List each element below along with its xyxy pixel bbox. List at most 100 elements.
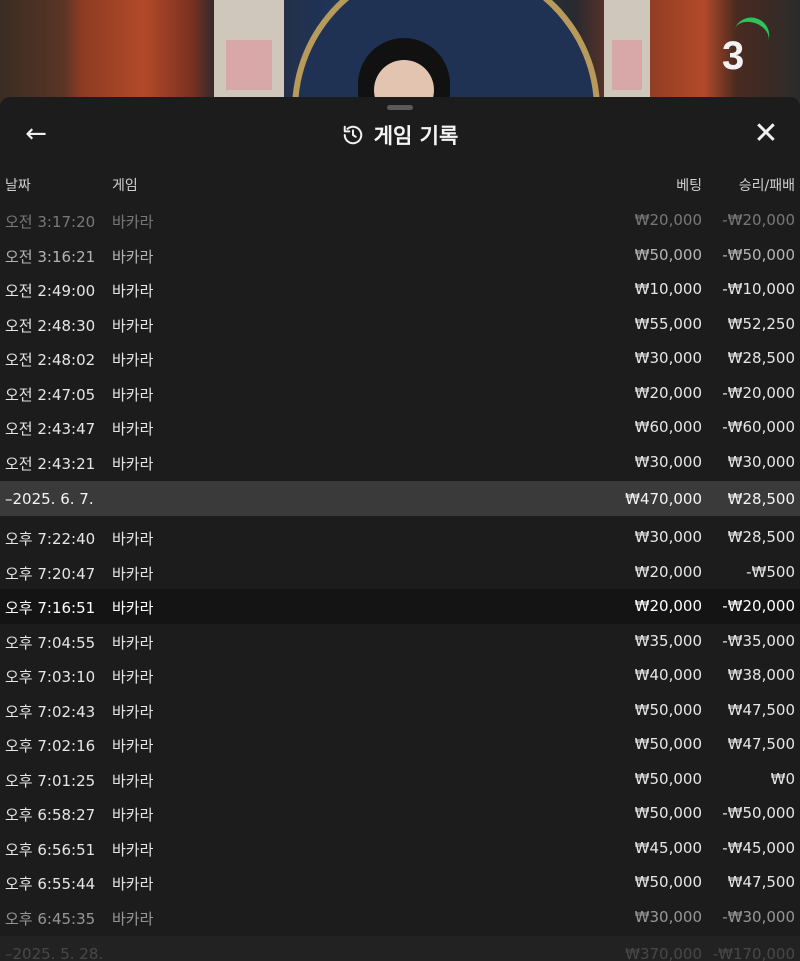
row-result: -₩500 [746, 562, 795, 581]
row-result: -₩30,000 [722, 907, 795, 926]
drag-handle[interactable] [387, 105, 413, 110]
row-game: 바카라 [112, 702, 154, 721]
history-row[interactable]: 오후 6:55:44 바카라 ₩50,000 ₩47,500 [0, 865, 800, 900]
row-bet: ₩55,000 [634, 314, 702, 333]
date-bet-total: ₩370,000 [625, 945, 702, 961]
row-time: 오전 2:43:21 [5, 454, 96, 473]
row-game: 바카라 [112, 282, 154, 300]
row-bet: ₩20,000 [634, 597, 702, 615]
history-row[interactable]: 오후 7:02:43 바카라 ₩50,000 ₩47,500 [0, 693, 800, 728]
row-time: 오후 7:01:25 [5, 771, 96, 790]
row-time: 오후 6:58:27 [5, 806, 96, 824]
row-result: ₩47,500 [727, 873, 795, 891]
history-row[interactable]: 오전 2:43:21 바카라 ₩30,000 ₩30,000 [0, 445, 800, 480]
history-row[interactable]: 오후 6:58:27 바카라 ₩50,000 -₩50,000 [0, 796, 800, 831]
column-header-date: 날짜 [5, 178, 31, 194]
row-result: ₩28,500 [727, 349, 795, 367]
history-row[interactable]: 오후 6:45:35 바카라 ₩30,000 -₩30,000 [0, 900, 800, 935]
row-result: ₩47,500 [727, 700, 795, 719]
date-group-header[interactable]: –2025. 5. 28. ₩370,000 -₩170,000 [0, 936, 800, 961]
row-game: 바카라 [112, 771, 154, 790]
row-time: 오후 7:16:51 [5, 599, 96, 617]
history-row[interactable]: 오후 7:20:47 바카라 ₩20,000 -₩500 [0, 555, 800, 590]
row-result: -₩20,000 [722, 211, 795, 229]
history-row[interactable]: 오전 2:48:02 바카라 ₩30,000 ₩28,500 [0, 341, 800, 376]
history-row[interactable]: 오전 2:48:30 바카라 ₩55,000 ₩52,250 [0, 307, 800, 342]
row-time: 오후 6:55:44 [5, 875, 96, 893]
column-header-game: 게임 [112, 178, 138, 194]
history-row[interactable]: 오후 6:56:51 바카라 ₩45,000 -₩45,000 [0, 831, 800, 866]
history-row[interactable]: 오전 3:16:21 바카라 ₩50,000 -₩50,000 [0, 238, 800, 273]
back-button[interactable]: ← [20, 119, 52, 151]
row-game: 바카라 [112, 875, 154, 893]
row-bet: ₩20,000 [634, 562, 702, 581]
row-bet: ₩30,000 [634, 349, 702, 367]
row-bet: ₩20,000 [634, 383, 702, 402]
row-bet: ₩30,000 [634, 528, 702, 546]
history-row[interactable]: 오후 7:02:16 바카라 ₩50,000 ₩47,500 [0, 727, 800, 762]
row-bet: ₩50,000 [634, 769, 702, 788]
row-result: ₩38,000 [727, 666, 795, 684]
row-result: -₩20,000 [722, 597, 795, 615]
row-time: 오전 3:16:21 [5, 247, 96, 266]
row-time: 오후 6:56:51 [5, 840, 96, 859]
row-result: -₩50,000 [722, 245, 795, 264]
history-row[interactable]: 오전 3:17:20 바카라 ₩20,000 -₩20,000 [0, 203, 800, 238]
row-time: 오전 2:48:02 [5, 351, 96, 369]
row-time: 오전 2:49:00 [5, 282, 96, 300]
date-label: –2025. 6. 7. [5, 490, 94, 508]
row-game: 바카라 [112, 530, 154, 548]
row-result: -₩20,000 [722, 383, 795, 402]
row-bet: ₩20,000 [634, 211, 702, 229]
round-counter: 3 [722, 34, 745, 78]
history-row[interactable]: 오전 2:47:05 바카라 ₩20,000 -₩20,000 [0, 376, 800, 411]
history-row[interactable]: 오전 2:43:47 바카라 ₩60,000 -₩60,000 [0, 410, 800, 445]
row-result: ₩30,000 [727, 452, 795, 471]
row-result: ₩47,500 [727, 735, 795, 753]
row-bet: ₩60,000 [634, 418, 702, 436]
row-result: -₩10,000 [722, 280, 795, 298]
column-header-bet: 베팅 [676, 178, 702, 194]
game-history-sheet: ← 게임 기록 ✕ 날짜 게임 베팅 승리/패배 오전 3:17:20 바카라 … [0, 97, 800, 961]
date-bet-total: ₩470,000 [625, 490, 702, 508]
row-time: 오후 7:22:40 [5, 530, 96, 548]
history-row-highlighted[interactable]: 오후 7:16:51 바카라 ₩20,000 -₩20,000 [0, 589, 800, 624]
live-game-video: 3 [0, 0, 800, 110]
column-headers: 날짜 게임 베팅 승리/패배 [0, 173, 800, 197]
row-time: 오후 7:02:43 [5, 702, 96, 721]
history-row[interactable]: 오후 7:22:40 바카라 ₩30,000 ₩28,500 [0, 520, 800, 555]
row-time: 오후 7:04:55 [5, 633, 96, 652]
row-result: ₩0 [770, 769, 795, 788]
row-result: -₩35,000 [722, 631, 795, 650]
close-button[interactable]: ✕ [750, 119, 782, 151]
history-row[interactable]: 오전 2:49:00 바카라 ₩10,000 -₩10,000 [0, 272, 800, 307]
row-game: 바카라 [112, 454, 154, 473]
row-game: 바카라 [112, 247, 154, 266]
arrow-left-icon: ← [25, 119, 47, 149]
row-time: 오후 7:03:10 [5, 668, 96, 686]
date-label: –2025. 5. 28. [5, 945, 104, 961]
row-game: 바카라 [112, 599, 154, 617]
row-bet: ₩30,000 [634, 907, 702, 926]
row-time: 오전 2:47:05 [5, 385, 96, 404]
row-bet: ₩50,000 [634, 245, 702, 264]
row-game: 바카라 [112, 316, 154, 335]
history-icon [343, 125, 362, 145]
row-game: 바카라 [112, 420, 154, 438]
date-result-total: ₩28,500 [727, 490, 795, 508]
date-group-header[interactable]: –2025. 6. 7. ₩470,000 ₩28,500 [0, 481, 800, 516]
history-row[interactable]: 오후 7:04:55 바카라 ₩35,000 -₩35,000 [0, 624, 800, 659]
left-pillar [214, 0, 284, 110]
row-result: ₩28,500 [727, 528, 795, 546]
column-header-win-loss: 승리/패배 [738, 178, 795, 194]
close-icon: ✕ [753, 116, 779, 151]
history-row[interactable]: 오후 7:03:10 바카라 ₩40,000 ₩38,000 [0, 658, 800, 693]
row-result: -₩50,000 [722, 804, 795, 822]
row-time: 오전 2:43:47 [5, 420, 96, 438]
row-bet: ₩35,000 [634, 631, 702, 650]
history-row[interactable]: 오후 7:01:25 바카라 ₩50,000 ₩0 [0, 762, 800, 797]
row-bet: ₩50,000 [634, 700, 702, 719]
row-bet: ₩10,000 [634, 280, 702, 298]
row-game: 바카라 [112, 385, 154, 404]
date-result-total: -₩170,000 [712, 945, 795, 961]
